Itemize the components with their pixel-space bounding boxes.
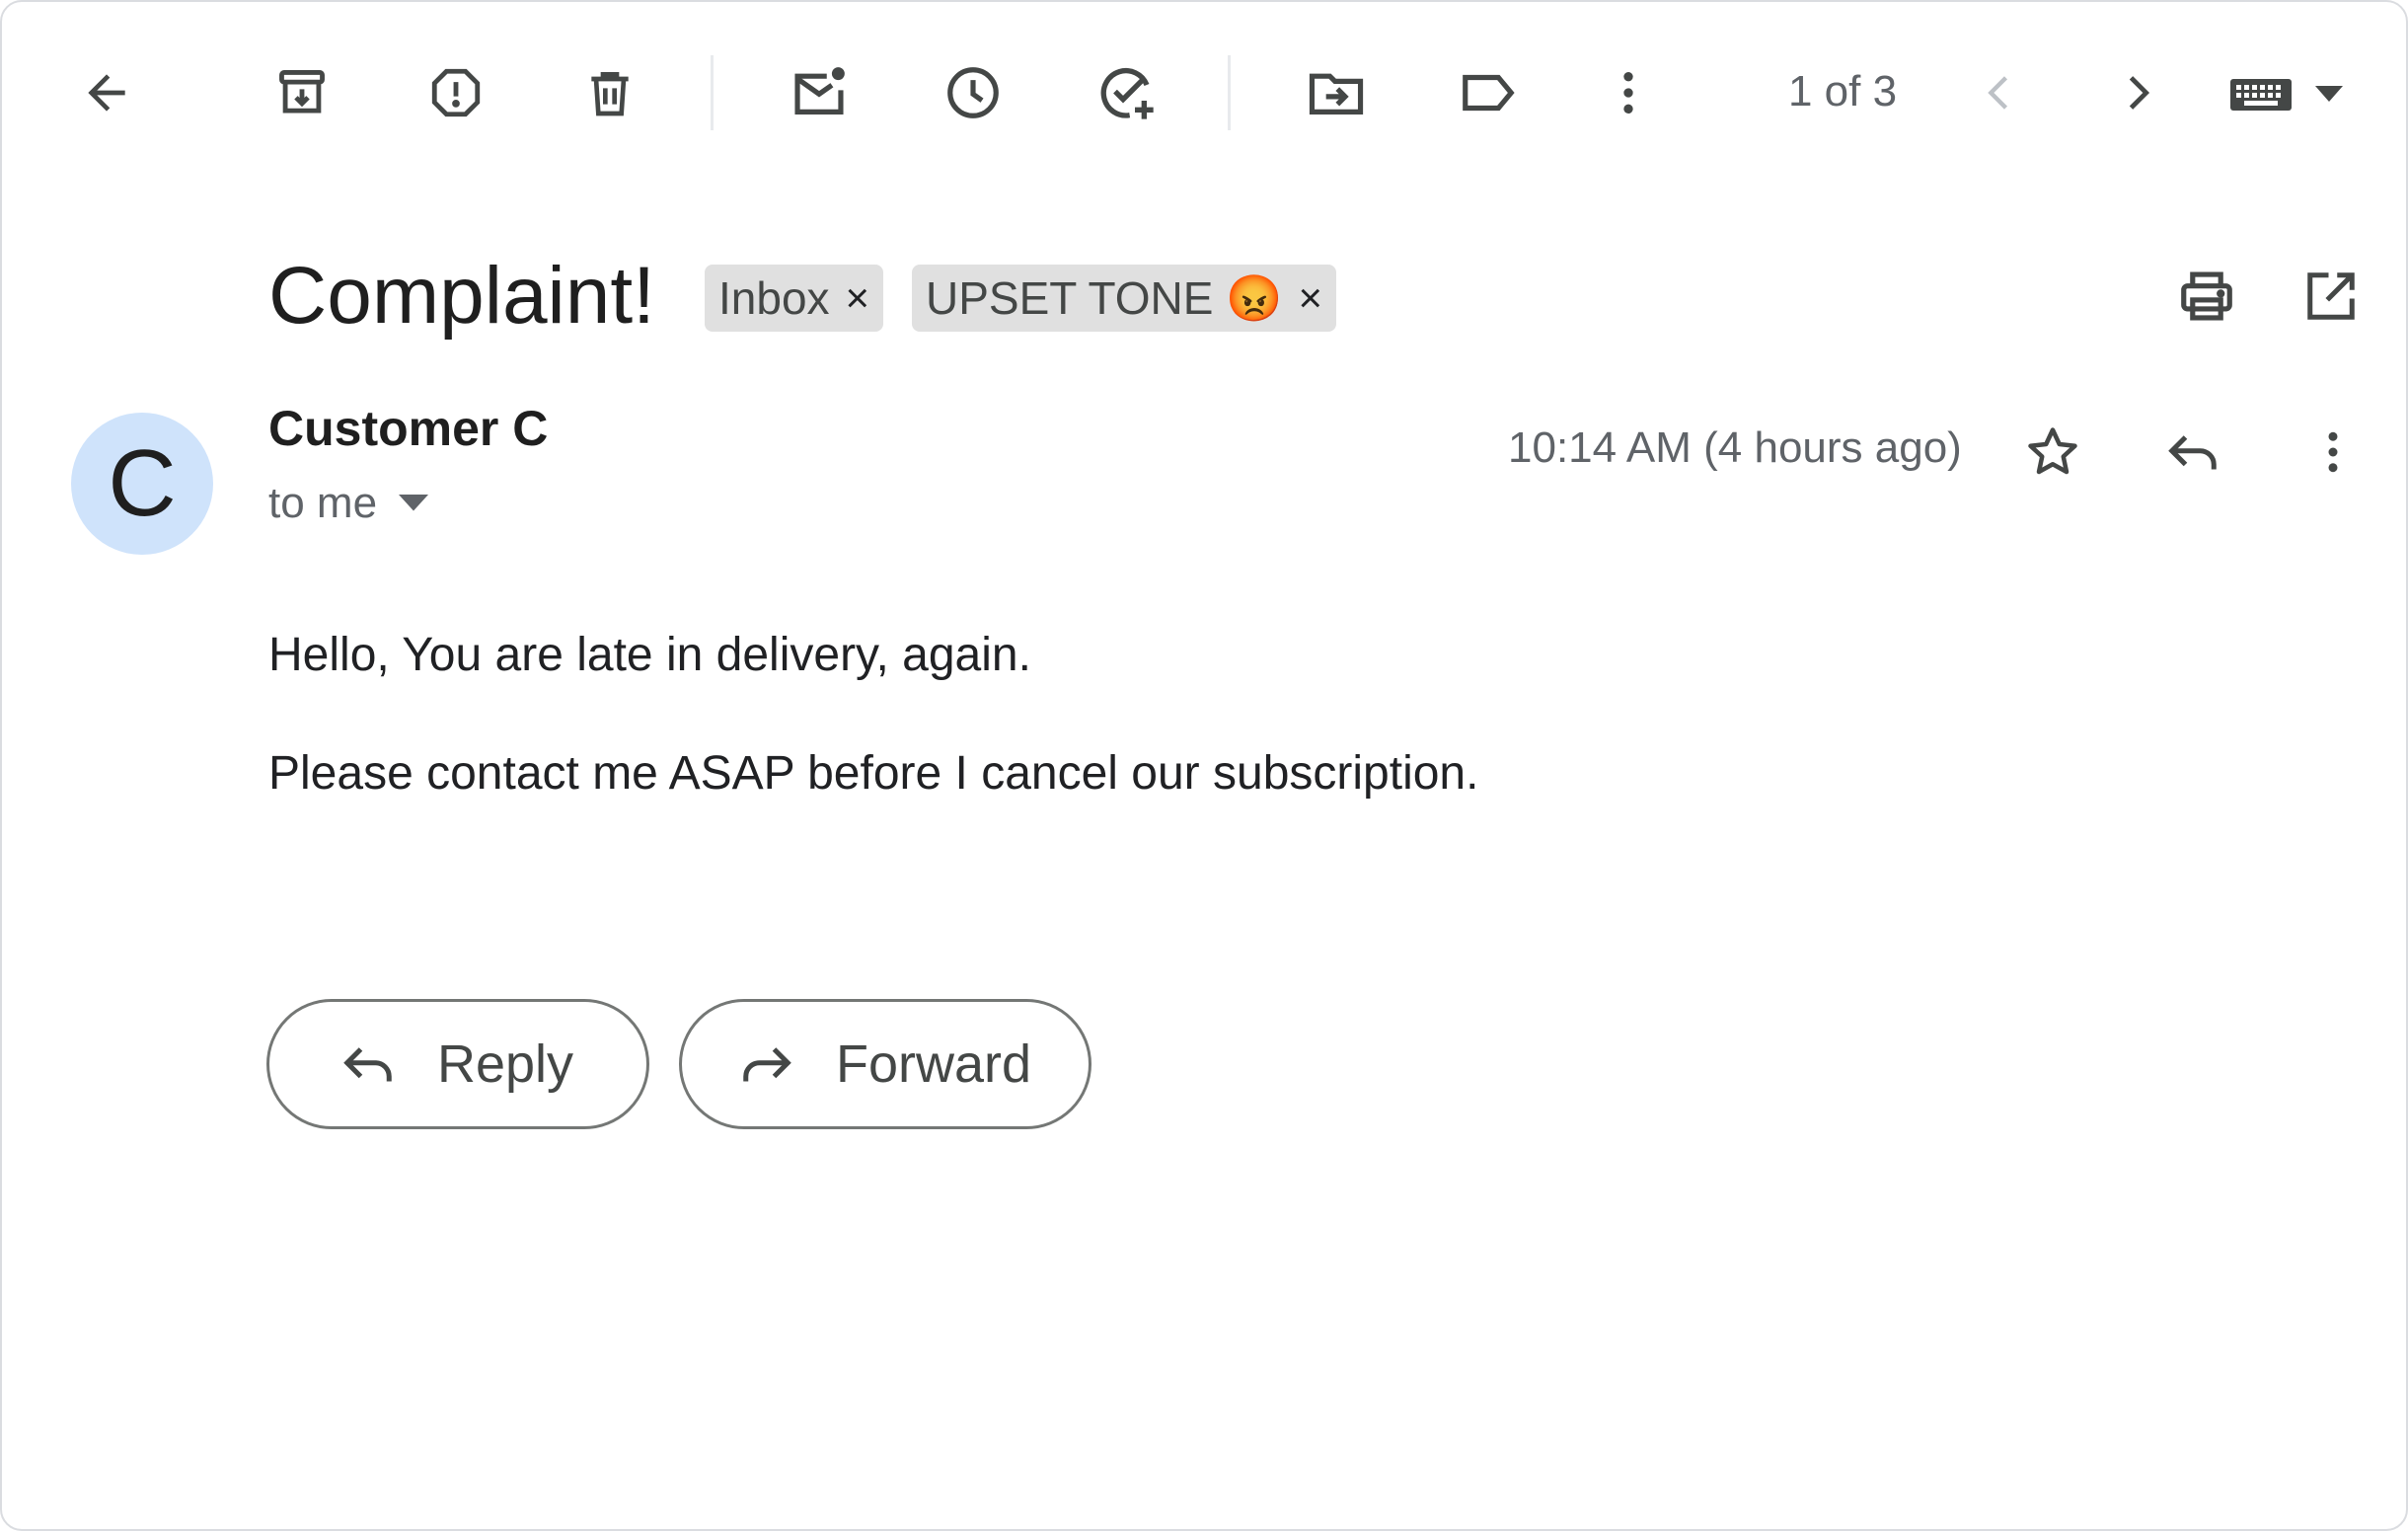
sender-avatar: C bbox=[71, 413, 213, 555]
report-spam-icon[interactable] bbox=[414, 51, 497, 134]
forward-button[interactable]: Forward bbox=[679, 999, 1091, 1129]
recipient-label: to me bbox=[268, 479, 378, 527]
chevron-down-icon bbox=[399, 495, 429, 511]
print-icon[interactable] bbox=[2165, 255, 2248, 338]
back-arrow-icon[interactable] bbox=[65, 51, 148, 134]
delete-icon[interactable] bbox=[568, 51, 651, 134]
reply-button[interactable]: Reply bbox=[266, 999, 649, 1129]
label-chip-text: Inbox bbox=[718, 272, 830, 324]
snooze-icon[interactable] bbox=[932, 51, 1015, 134]
label-icon[interactable] bbox=[1447, 51, 1530, 134]
label-chip-text: UPSET TONE 😡 bbox=[926, 271, 1283, 324]
forward-icon bbox=[737, 1034, 796, 1094]
move-to-icon[interactable] bbox=[1295, 51, 1378, 134]
message-body-line: Hello, You are late in delivery, again. bbox=[268, 629, 1031, 681]
sender-name: Customer C bbox=[268, 401, 549, 456]
reply-icon bbox=[339, 1034, 398, 1094]
label-chip-inbox[interactable]: Inbox × bbox=[705, 265, 884, 332]
reply-icon[interactable] bbox=[2151, 411, 2234, 494]
reply-button-label: Reply bbox=[437, 1034, 574, 1094]
star-icon[interactable] bbox=[2011, 411, 2094, 494]
mark-unread-icon[interactable] bbox=[778, 51, 861, 134]
remove-label-icon[interactable]: × bbox=[1299, 277, 1323, 319]
message-timestamp: 10:14 AM (4 hours ago) bbox=[1508, 423, 1962, 472]
recipient-details-toggle[interactable]: to me bbox=[268, 474, 429, 533]
chevron-left-icon[interactable] bbox=[1958, 51, 2041, 134]
archive-icon[interactable] bbox=[261, 51, 343, 134]
toolbar-divider bbox=[711, 55, 714, 130]
chevron-right-icon[interactable] bbox=[2096, 51, 2179, 134]
open-in-new-window-icon[interactable] bbox=[2290, 255, 2372, 338]
keyboard-icon[interactable] bbox=[2228, 65, 2361, 124]
forward-button-label: Forward bbox=[836, 1034, 1032, 1094]
remove-label-icon[interactable]: × bbox=[846, 277, 870, 319]
more-vert-icon[interactable] bbox=[2292, 411, 2374, 494]
more-vert-icon[interactable] bbox=[1587, 51, 1670, 134]
add-to-tasks-icon[interactable] bbox=[1086, 51, 1168, 134]
pager-count: 1 of 3 bbox=[1787, 67, 1898, 115]
label-chip-upset-tone[interactable]: UPSET TONE 😡 × bbox=[912, 265, 1337, 332]
email-subject: Complaint! bbox=[268, 251, 655, 341]
email-viewer-window: 1 of 3 Complaint! Inbox × UPSET TONE 😡 × bbox=[0, 0, 2408, 1531]
toolbar-divider bbox=[1228, 55, 1231, 130]
message-body-line: Please contact me ASAP before I cancel o… bbox=[268, 747, 1479, 800]
